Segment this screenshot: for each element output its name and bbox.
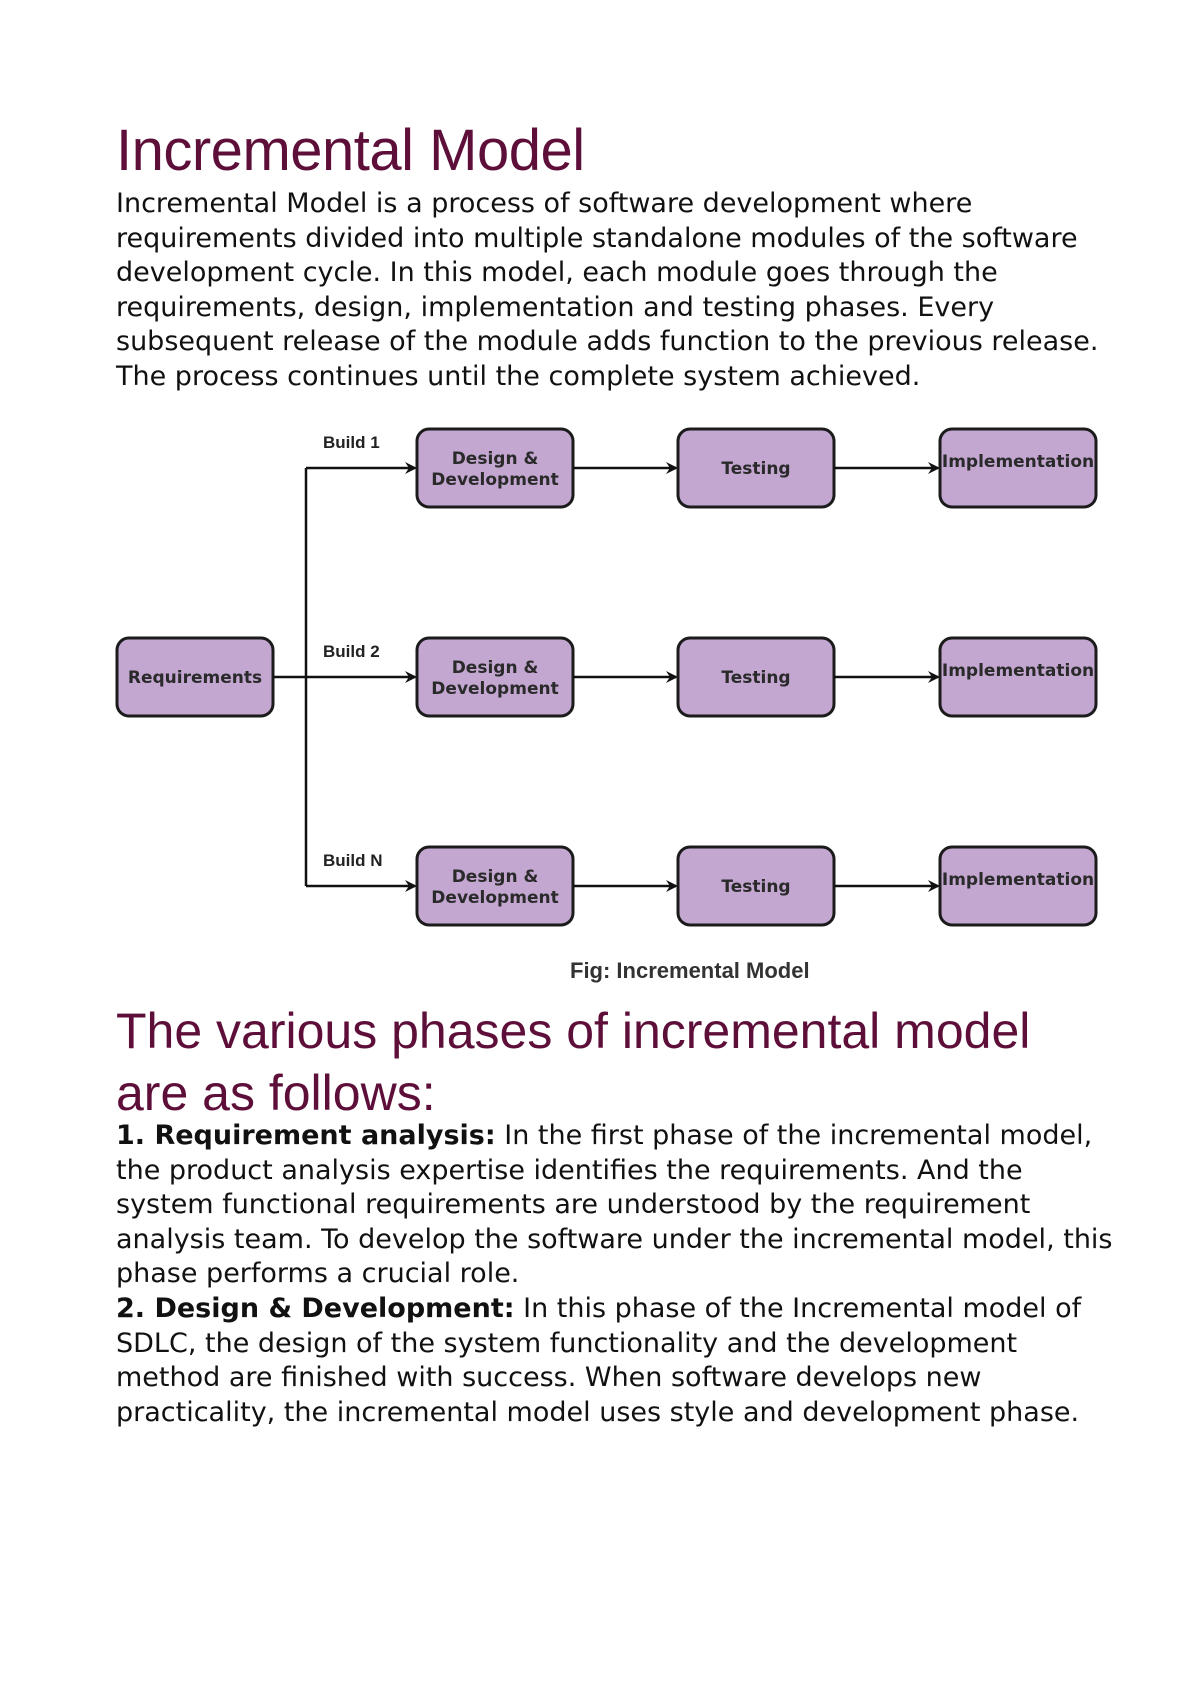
node-label: Implementation — [942, 661, 1094, 681]
testing-node: Testing — [676, 427, 836, 509]
node-label: Testing — [721, 459, 790, 479]
phases-heading: The various phases of incremental model … — [116, 1003, 1031, 1121]
node-label-line1: Design & — [452, 867, 539, 887]
phase-item-design-development: 2. Design & Development: In this phase o… — [116, 1292, 1116, 1430]
node-label: Implementation — [942, 870, 1094, 890]
build-row: Build 2 Design &Development Testing Impleme… — [306, 636, 1098, 718]
build-label: Build N — [323, 851, 383, 870]
node-label-line1: Design & — [452, 449, 539, 469]
testing-node: Testing — [676, 845, 836, 927]
design-development-node: Design &Development — [415, 636, 575, 718]
implementation-node: Implementation — [938, 636, 1098, 718]
requirements-label: Requirements — [128, 668, 262, 688]
document-page: Incremental Model Incremental Model is a… — [0, 0, 1200, 1697]
testing-node: Testing — [676, 636, 836, 718]
implementation-node: Implementation — [938, 845, 1098, 927]
design-development-node: Design &Development — [415, 845, 575, 927]
node-label-line2: Development — [431, 679, 558, 699]
build-label: Build 2 — [323, 642, 380, 661]
phase-label: 1. Requirement analysis: — [116, 1120, 496, 1151]
build-row: Build N Design &Development Testing Impleme… — [306, 845, 1098, 927]
node-label: Testing — [721, 877, 790, 897]
implementation-node: Implementation — [938, 427, 1098, 509]
requirements-node: Requirements — [115, 636, 275, 718]
figure-caption: Fig: Incremental Model — [570, 958, 810, 983]
build-row: Build 1 Design &Development Testing Impleme… — [306, 427, 1098, 509]
node-label-line1: Design & — [452, 658, 539, 678]
phase-label: 2. Design & Development: — [116, 1292, 515, 1324]
build-label: Build 1 — [323, 433, 380, 452]
incremental-model-diagram: Requirements Build 1Design &DevelopmentT… — [115, 427, 1098, 983]
phase-item-requirement-analysis: 1. Requirement analysis: In the first ph… — [116, 1119, 1116, 1292]
phases-list: 1. Requirement analysis: In the first ph… — [116, 1119, 1116, 1430]
node-label-line2: Development — [431, 470, 558, 490]
design-development-node: Design &Development — [415, 427, 575, 509]
node-label: Testing — [721, 668, 790, 688]
node-label-line2: Development — [431, 888, 558, 908]
node-label: Implementation — [942, 452, 1094, 472]
